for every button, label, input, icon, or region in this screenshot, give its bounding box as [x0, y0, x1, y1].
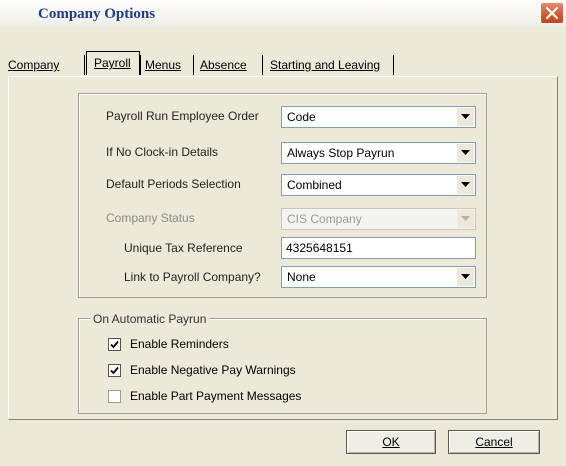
enable-part-payment-messages-label: Enable Part Payment Messages [130, 389, 302, 403]
automatic-payrun-legend: On Automatic Payrun [90, 312, 210, 326]
cancel-button[interactable]: Cancel [448, 430, 540, 454]
chevron-down-icon [461, 182, 470, 187]
company-status-select: CIS Company [281, 208, 476, 230]
tab-absence[interactable]: Absence [200, 53, 247, 77]
ok-button-label: OK [382, 435, 400, 449]
tab-label: Starting and Leaving [270, 58, 381, 72]
tab-separator [193, 55, 194, 75]
tab-separator [140, 55, 141, 75]
run-order-label: Payroll Run Employee Order [106, 109, 259, 123]
chevron-down-icon [461, 274, 470, 279]
ok-button[interactable]: OK [346, 430, 436, 454]
checkmark-icon [110, 366, 119, 375]
enable-reminders-checkbox[interactable] [108, 338, 121, 351]
tab-company[interactable]: Company [8, 53, 59, 77]
enable-negative-pay-warnings-label: Enable Negative Pay Warnings [130, 363, 296, 377]
no-clock-label: If No Clock-in Details [106, 145, 219, 159]
utr-value: 4325648151 [286, 241, 353, 255]
chevron-down-icon [461, 216, 470, 221]
tab-label: Menus [145, 58, 182, 72]
company-status-value: CIS Company [287, 212, 362, 226]
company-options-dialog: Company Options Company Payroll Menus Ab… [0, 0, 566, 466]
run-order-value: Code [287, 110, 316, 124]
run-order-dropdown-button[interactable] [457, 108, 474, 126]
close-icon [546, 7, 558, 19]
tab-separator [393, 55, 394, 75]
periods-dropdown-button[interactable] [457, 176, 474, 194]
chevron-down-icon [461, 150, 470, 155]
run-order-select[interactable]: Code [281, 106, 476, 128]
link-label: Link to Payroll Company? [124, 270, 261, 284]
no-clock-dropdown-button[interactable] [457, 144, 474, 162]
chevron-down-icon [461, 114, 470, 119]
title-bar: Company Options [0, 0, 566, 28]
enable-negative-pay-warnings-checkbox[interactable] [108, 364, 121, 377]
cancel-button-label: Cancel [475, 435, 513, 449]
company-status-dropdown-button [457, 210, 474, 228]
no-clock-value: Always Stop Payrun [287, 146, 395, 160]
periods-select[interactable]: Combined [281, 174, 476, 196]
enable-part-payment-messages-checkbox[interactable] [108, 390, 121, 403]
enable-reminders-label: Enable Reminders [130, 337, 229, 351]
window-title: Company Options [38, 6, 156, 22]
tab-separator [262, 55, 263, 75]
checkmark-icon [110, 340, 119, 349]
tab-label: Company [8, 58, 60, 72]
utr-input[interactable]: 4325648151 [281, 237, 476, 259]
tab-separator [84, 55, 85, 75]
utr-label: Unique Tax Reference [124, 241, 243, 255]
company-status-label: Company Status [106, 211, 195, 225]
periods-label: Default Periods Selection [106, 177, 241, 191]
link-select[interactable]: None [281, 266, 476, 288]
periods-value: Combined [287, 178, 342, 192]
tab-payroll[interactable]: Payroll [94, 51, 131, 77]
close-button[interactable] [540, 2, 564, 24]
link-value: None [287, 270, 316, 284]
no-clock-select[interactable]: Always Stop Payrun [281, 142, 476, 164]
tab-starting-and-leaving[interactable]: Starting and Leaving [270, 53, 380, 77]
tab-label: Payroll [94, 56, 131, 70]
tab-menus[interactable]: Menus [145, 53, 181, 77]
tab-label: Absence [200, 58, 247, 72]
link-dropdown-button[interactable] [457, 268, 474, 286]
